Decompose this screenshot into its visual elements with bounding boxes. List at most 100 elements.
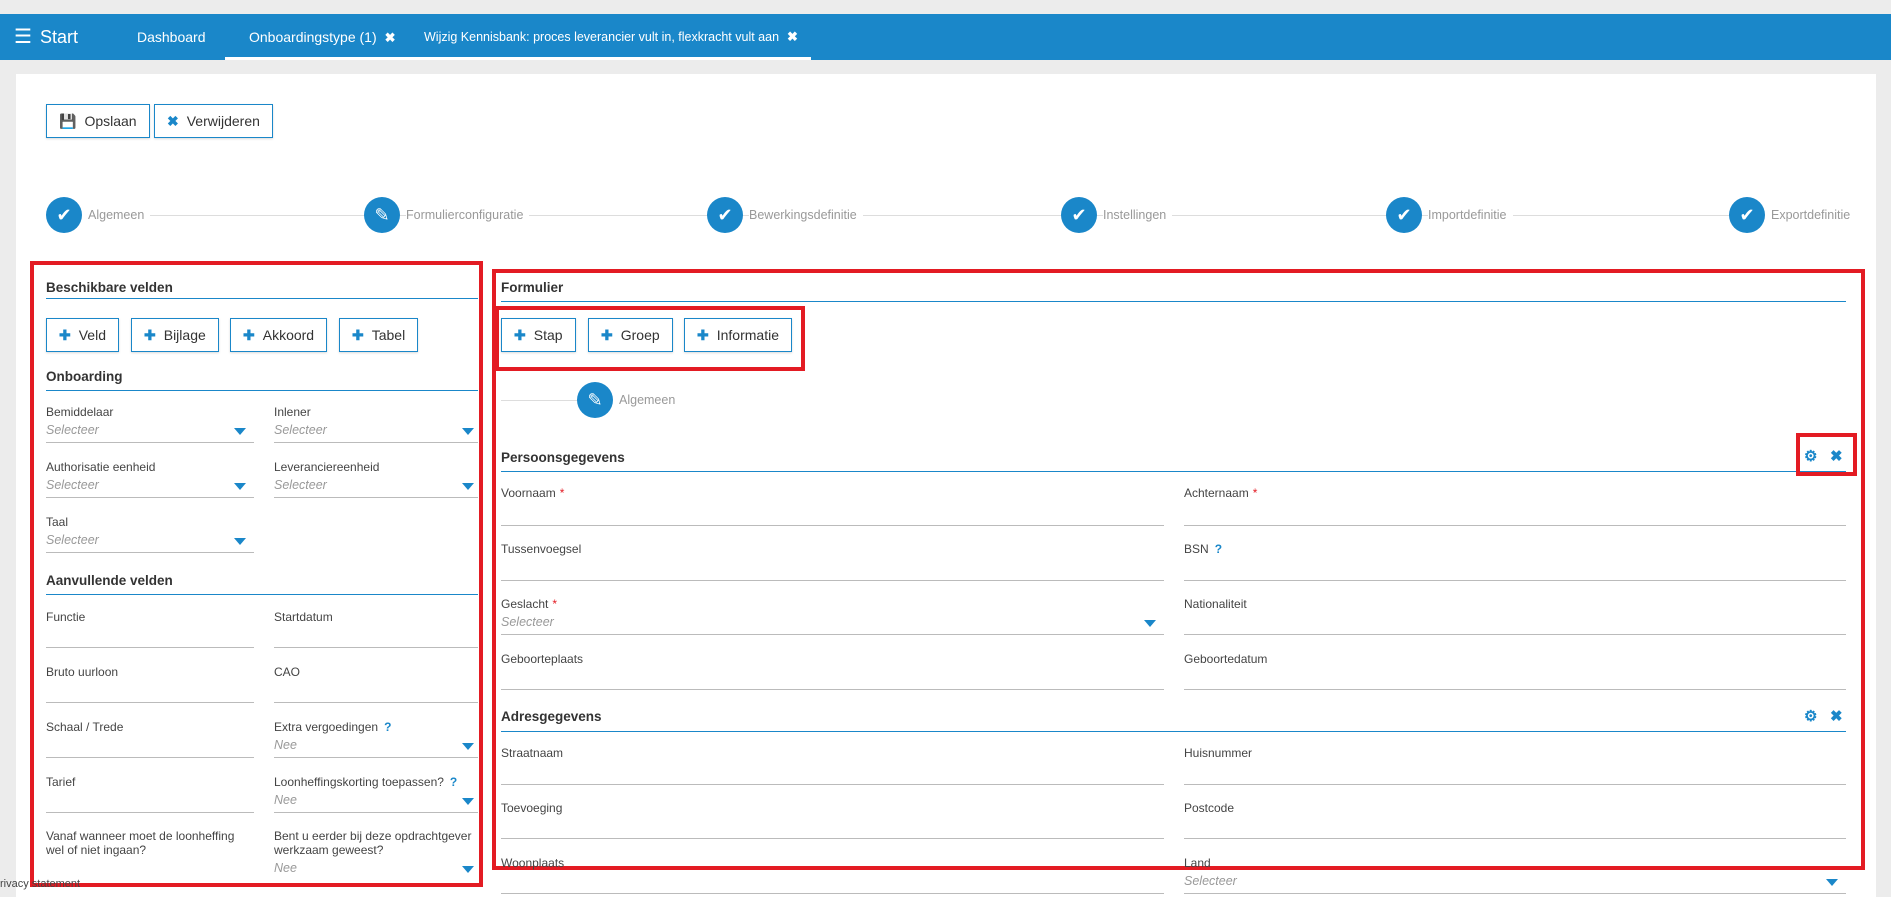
privacy-statement-link[interactable]: rivacy statement: [0, 878, 80, 890]
startdatum-input[interactable]: [274, 647, 478, 648]
divider: [46, 594, 478, 595]
add-akkoord-button[interactable]: ✚ Akkoord: [230, 318, 328, 352]
postcode-input[interactable]: [1184, 838, 1846, 839]
cao-input[interactable]: [274, 702, 478, 703]
nationaliteit-input[interactable]: [1184, 634, 1846, 635]
help-icon[interactable]: ?: [1215, 542, 1222, 556]
chevron-down-icon[interactable]: [462, 798, 474, 805]
geslacht-select[interactable]: Selecteer: [501, 615, 554, 629]
voornaam-input[interactable]: [501, 525, 1164, 526]
chevron-down-icon[interactable]: [234, 428, 246, 435]
button-label: Stap: [533, 327, 563, 343]
step-algemeen[interactable]: ✔ Algemeen: [46, 197, 151, 233]
step-importdefinitie[interactable]: ✔ Importdefinitie: [1386, 197, 1513, 233]
check-icon: ✔: [46, 197, 82, 233]
step-exportdefinitie[interactable]: ✔ Exportdefinitie: [1729, 197, 1857, 233]
toevoeging-input[interactable]: [501, 838, 1164, 839]
add-stap-button[interactable]: ✚ Stap: [501, 318, 576, 352]
woonplaats-input[interactable]: [501, 893, 1164, 894]
chevron-down-icon[interactable]: [1826, 879, 1838, 886]
save-button[interactable]: 💾 Opslaan: [46, 104, 150, 138]
eerder-werkzaam-select[interactable]: Nee: [274, 861, 297, 875]
plus-icon: ✚: [144, 327, 156, 343]
plus-icon: ✚: [352, 327, 364, 343]
step-label: Algemeen: [88, 208, 151, 222]
divider: [501, 731, 1846, 732]
inlener-select[interactable]: Selecteer: [274, 423, 327, 437]
leveranciereenheid-select[interactable]: Selecteer: [274, 478, 327, 492]
tussenvoegsel-input[interactable]: [501, 580, 1164, 581]
field-underline: [274, 497, 478, 498]
close-icon: ✖: [167, 113, 179, 129]
chevron-down-icon[interactable]: [234, 538, 246, 545]
settings-icon[interactable]: ⚙: [1804, 447, 1817, 465]
close-icon[interactable]: ✖: [787, 29, 798, 44]
close-icon[interactable]: ✖: [1830, 707, 1843, 725]
chevron-down-icon[interactable]: [462, 743, 474, 750]
help-icon[interactable]: ?: [384, 720, 391, 734]
chevron-down-icon[interactable]: [462, 866, 474, 873]
start-menu[interactable]: ☰ Start: [14, 14, 78, 60]
field-underline: [46, 442, 254, 443]
tab-dashboard[interactable]: Dashboard: [137, 14, 206, 60]
huisnummer-input[interactable]: [1184, 784, 1846, 785]
loonheffingskorting-label: Loonheffingskorting toepassen??: [274, 775, 457, 789]
tab-wijzig-kennisbank[interactable]: Wijzig Kennisbank: proces leverancier vu…: [411, 17, 811, 60]
close-icon[interactable]: ✖: [1830, 447, 1843, 465]
bemiddelaar-select[interactable]: Selecteer: [46, 423, 99, 437]
geboortedatum-input[interactable]: [1184, 689, 1846, 690]
delete-button[interactable]: ✖ Verwijderen: [154, 104, 273, 138]
add-groep-button[interactable]: ✚ Groep: [588, 318, 673, 352]
menu-icon[interactable]: ☰: [14, 14, 32, 60]
extra-vergoedingen-select[interactable]: Nee: [274, 738, 297, 752]
add-bijlage-button[interactable]: ✚ Bijlage: [131, 318, 219, 352]
step-formulierconfiguratie[interactable]: ✎ Formulierconfiguratie: [364, 197, 530, 233]
chevron-down-icon[interactable]: [462, 428, 474, 435]
form-step-algemeen[interactable]: ✎ Algemeen: [577, 382, 682, 418]
bsn-label: BSN?: [1184, 542, 1222, 556]
straatnaam-label: Straatnaam: [501, 746, 564, 760]
close-icon[interactable]: ✖: [385, 30, 396, 45]
label-text: Geslacht: [501, 597, 549, 611]
plus-icon: ✚: [697, 327, 709, 343]
chevron-down-icon[interactable]: [1144, 620, 1156, 627]
schaal-trede-input[interactable]: [46, 757, 254, 758]
bsn-input[interactable]: [1184, 580, 1846, 581]
huisnummer-label: Huisnummer: [1184, 746, 1253, 760]
field-underline: [274, 812, 478, 813]
add-tabel-button[interactable]: ✚ Tabel: [339, 318, 419, 352]
chevron-down-icon[interactable]: [462, 483, 474, 490]
geslacht-label: Geslacht *: [501, 597, 557, 611]
tarief-input[interactable]: [46, 812, 254, 813]
step-label: Instellingen: [1103, 208, 1173, 222]
label-text: Voornaam: [501, 486, 556, 500]
step-bewerkingsdefinitie[interactable]: ✔ Bewerkingsdefinitie: [707, 197, 863, 233]
chevron-down-icon[interactable]: [234, 483, 246, 490]
taal-select[interactable]: Selecteer: [46, 533, 99, 547]
plus-icon: ✚: [601, 327, 613, 343]
step-instellingen[interactable]: ✔ Instellingen: [1061, 197, 1173, 233]
button-label: Akkoord: [262, 327, 315, 343]
help-icon[interactable]: ?: [450, 775, 457, 789]
nationaliteit-label: Nationaliteit: [1184, 597, 1247, 611]
eerder-werkzaam-label: Bent u eerder bij deze opdrachtgever: [274, 829, 472, 843]
field-underline: [46, 497, 254, 498]
straatnaam-input[interactable]: [501, 784, 1164, 785]
add-informatie-button[interactable]: ✚ Informatie: [684, 318, 792, 352]
authorisatie-label: Authorisatie eenheid: [46, 460, 156, 474]
authorisatie-select[interactable]: Selecteer: [46, 478, 99, 492]
settings-icon[interactable]: ⚙: [1804, 707, 1817, 725]
achternaam-input[interactable]: [1184, 525, 1846, 526]
plus-icon: ✚: [243, 327, 255, 343]
land-select[interactable]: Selecteer: [1184, 874, 1237, 888]
functie-input[interactable]: [46, 647, 254, 648]
loonheffingskorting-select[interactable]: Nee: [274, 793, 297, 807]
bruto-uurloon-input[interactable]: [46, 702, 254, 703]
step-label: Formulierconfiguratie: [406, 208, 530, 222]
geboorteplaats-input[interactable]: [501, 689, 1164, 690]
taal-label: Taal: [46, 515, 69, 529]
voornaam-label: Voornaam *: [501, 486, 564, 500]
persoonsgegevens-title: Persoonsgegevens: [501, 450, 625, 465]
tab-onboardingstype[interactable]: Onboardingstype (1) ✖: [225, 14, 420, 60]
add-veld-button[interactable]: ✚ Veld: [46, 318, 119, 352]
